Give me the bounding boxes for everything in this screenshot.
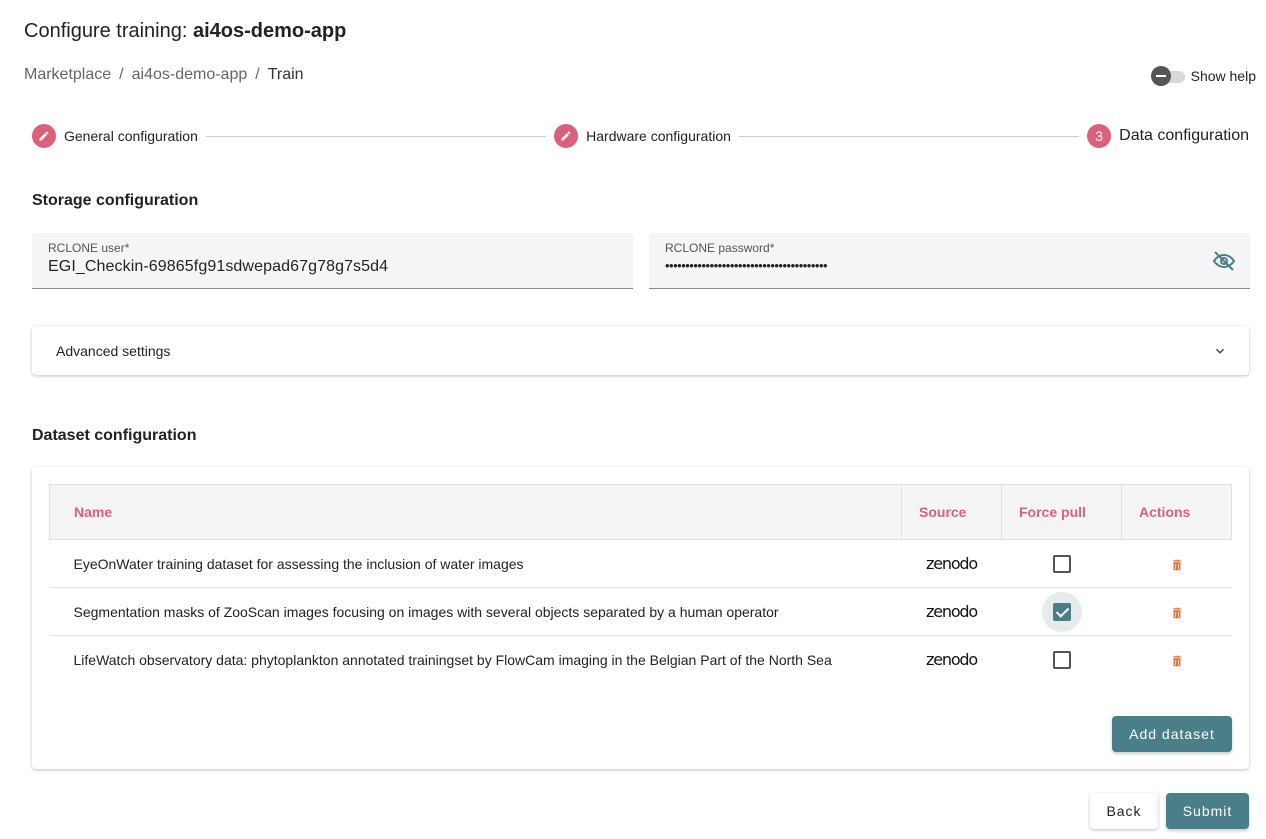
table-row: LifeWatch observatory data: phytoplankto…	[50, 636, 1232, 684]
toggle-switch[interactable]	[1150, 66, 1185, 86]
dataset-table: Name Source Force pull Actions EyeOnWate…	[49, 484, 1232, 684]
column-header-name[interactable]: Name	[49, 484, 902, 540]
back-button[interactable]: Back	[1090, 793, 1158, 829]
chevron-down-icon	[1215, 348, 1225, 354]
pencil-icon	[32, 124, 56, 148]
dataset-section-title: Dataset configuration	[32, 427, 197, 444]
show-help-toggle[interactable]: Show help	[1150, 66, 1256, 86]
pencil-icon	[554, 124, 579, 148]
breadcrumb-app[interactable]: ai4os-demo-app	[132, 66, 248, 84]
dataset-name: Segmentation masks of ZooScan images foc…	[73, 603, 779, 620]
column-header-force-pull[interactable]: Force pull	[1001, 484, 1122, 540]
zenodo-logo: zenodo	[926, 554, 978, 573]
breadcrumb-separator: /	[255, 66, 260, 83]
dataset-name: LifeWatch observatory data: phytoplankto…	[73, 651, 832, 668]
rclone-password-input[interactable]: ••••••••••••••••••••••••••••••••••••••••	[665, 258, 1234, 273]
trash-icon[interactable]	[1170, 654, 1184, 668]
breadcrumb-current: Train	[267, 66, 304, 83]
minus-icon	[1150, 66, 1171, 86]
step-connector	[205, 135, 547, 137]
rclone-password-label: RCLONE password*	[665, 241, 775, 255]
advanced-settings-label: Advanced settings	[56, 342, 171, 359]
advanced-settings-accordion[interactable]: Advanced settings	[32, 326, 1249, 375]
show-help-label: Show help	[1190, 68, 1256, 84]
step-label: General configuration	[64, 128, 198, 144]
step-label: Data configuration	[1119, 127, 1250, 144]
page-title: Configure training: ai4os-demo-app	[24, 20, 346, 43]
checkbox-box[interactable]	[1052, 554, 1071, 573]
checkbox-checked[interactable]	[1052, 602, 1071, 621]
force-pull-checkbox[interactable]	[1041, 591, 1082, 632]
force-pull-checkbox[interactable]	[1042, 544, 1082, 584]
rclone-user-field[interactable]: RCLONE user* EGI_Checkin-69865fg91sdwepa…	[32, 233, 633, 289]
rclone-user-input[interactable]: EGI_Checkin-69865fg91sdwepad67g78g7s5d4	[48, 258, 617, 276]
rclone-password-field[interactable]: RCLONE password* •••••••••••••••••••••••…	[649, 233, 1250, 289]
table-row: Segmentation masks of ZooScan images foc…	[49, 588, 1232, 636]
breadcrumb: Marketplace / ai4os-demo-app / Train	[24, 66, 304, 84]
table-header-row: Name Source Force pull Actions	[49, 484, 1232, 540]
submit-button[interactable]: Submit	[1166, 793, 1249, 829]
page-title-app: ai4os-demo-app	[192, 20, 347, 42]
add-dataset-button[interactable]: Add dataset	[1112, 716, 1232, 752]
trash-icon[interactable]	[1170, 558, 1184, 572]
step-connector	[738, 135, 1080, 137]
table-row: EyeOnWater training dataset for assessin…	[49, 540, 1232, 588]
checkbox-box[interactable]	[1052, 650, 1071, 669]
column-header-actions[interactable]: Actions	[1121, 484, 1232, 540]
force-pull-checkbox[interactable]	[1042, 640, 1082, 680]
storage-section-title: Storage configuration	[32, 192, 199, 209]
zenodo-logo: zenodo	[926, 650, 978, 670]
step-general-configuration[interactable]: General configuration	[32, 124, 198, 148]
step-label: Hardware configuration	[586, 128, 731, 144]
step-hardware-configuration[interactable]: Hardware configuration	[554, 124, 731, 148]
zenodo-logo: zenodo	[926, 602, 978, 621]
rclone-user-label: RCLONE user*	[48, 241, 130, 255]
eye-off-icon[interactable]	[1212, 249, 1236, 273]
dataset-name: EyeOnWater training dataset for assessin…	[73, 555, 524, 572]
step-data-configuration[interactable]: 3 Data configuration	[1087, 124, 1249, 148]
dataset-card: Name Source Force pull Actions EyeOnWate…	[32, 467, 1249, 769]
page-title-prefix: Configure training:	[24, 20, 193, 42]
step-number: 3	[1087, 124, 1112, 148]
column-header-source[interactable]: Source	[901, 484, 1002, 540]
stepper: General configuration Hardware configura…	[32, 123, 1249, 149]
breadcrumb-marketplace[interactable]: Marketplace	[24, 66, 111, 84]
breadcrumb-separator: /	[119, 66, 124, 83]
trash-icon[interactable]	[1170, 606, 1184, 620]
